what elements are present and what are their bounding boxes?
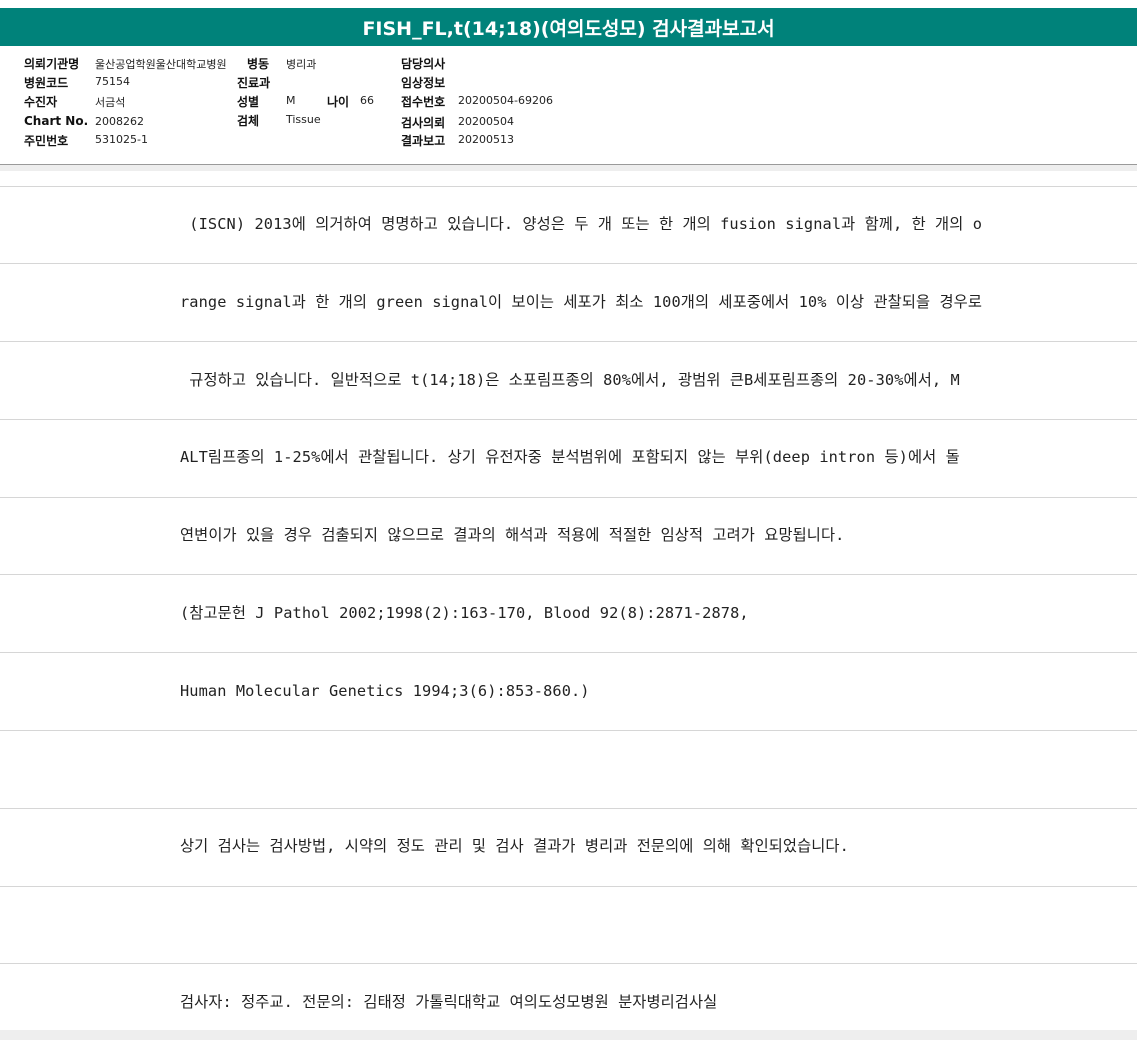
age-label: 나이 xyxy=(327,95,350,109)
footer-strip xyxy=(0,1030,1137,1040)
row-divider xyxy=(0,652,1137,653)
request-date-value: 20200504 xyxy=(458,115,514,128)
patient-label: 수진자 xyxy=(24,95,58,109)
report-text-line: (ISCN) 2013에 의거하여 명명하고 있습니다. 양성은 두 개 또는 … xyxy=(180,215,983,233)
row-divider xyxy=(0,419,1137,420)
report-title: FISH_FL,t(14;18)(여의도성모) 검사결과보고서 xyxy=(0,8,1137,46)
report-text-line: 연변이가 있을 경우 검출되지 않으므로 결과의 해석과 적용에 적절한 임상적… xyxy=(180,526,845,544)
report-date-value: 20200513 xyxy=(458,133,514,146)
sex-value: M xyxy=(286,94,296,107)
row-divider xyxy=(0,341,1137,342)
sex-label: 성별 xyxy=(237,95,260,109)
signature-line: 검사자: 정주교. 전문의: 김태정 가톨릭대학교 여의도성모병원 분자병리검사… xyxy=(180,993,718,1011)
specimen-value: Tissue xyxy=(286,113,321,126)
institution-label: 의뢰기관명 xyxy=(24,57,80,71)
row-divider xyxy=(0,497,1137,498)
clinical-info-label: 임상정보 xyxy=(401,76,446,90)
resident-no-label: 주민번호 xyxy=(24,134,69,148)
hospital-code-label: 병원코드 xyxy=(24,76,69,90)
age-value: 66 xyxy=(360,94,374,107)
row-divider xyxy=(0,808,1137,809)
receipt-no-label: 접수번호 xyxy=(401,95,446,109)
report-text-line: ALT림프종의 1-25%에서 관찰됩니다. 상기 유전자중 분석범위에 포함되… xyxy=(180,448,960,466)
chart-no-label: Chart No. xyxy=(24,114,89,128)
report-text-line: (참고문헌 J Pathol 2002;1998(2):163-170, Blo… xyxy=(180,604,749,622)
row-divider xyxy=(0,730,1137,731)
row-divider xyxy=(0,263,1137,264)
ward-value: 병리과 xyxy=(286,58,317,71)
specimen-label: 검체 xyxy=(237,114,260,128)
report-date-label: 결과보고 xyxy=(401,134,446,148)
chart-no-value: 2008262 xyxy=(95,115,144,128)
request-date-label: 검사의뢰 xyxy=(401,116,446,130)
resident-no-value: 531025-1 xyxy=(95,133,148,146)
header-divider xyxy=(0,165,1137,171)
doctor-label: 담당의사 xyxy=(401,57,446,71)
row-divider xyxy=(0,574,1137,575)
report-text-line: Human Molecular Genetics 1994;3(6):853-8… xyxy=(180,682,590,700)
department-label: 진료과 xyxy=(237,76,271,90)
row-divider xyxy=(0,963,1137,964)
row-divider xyxy=(0,186,1137,187)
row-divider xyxy=(0,886,1137,887)
institution-value: 울산공업학원울산대학교병원 xyxy=(95,58,227,71)
hospital-code-value: 75154 xyxy=(95,75,130,88)
ward-label: 병동 xyxy=(247,57,270,71)
report-text-line: range signal과 한 개의 green signal이 보이는 세포가… xyxy=(180,293,983,311)
report-text-line: 상기 검사는 검사방법, 시약의 정도 관리 및 검사 결과가 병리과 전문의에… xyxy=(180,837,849,855)
report-text-line: 규정하고 있습니다. 일반적으로 t(14;18)은 소포림프종의 80%에서,… xyxy=(180,371,960,389)
patient-value: 서금석 xyxy=(95,96,126,109)
patient-info-panel: 의뢰기관명 울산공업학원울산대학교병원 병동 병리과 병원코드 75154 진료… xyxy=(0,46,1137,165)
receipt-no-value: 20200504-69206 xyxy=(458,94,553,107)
